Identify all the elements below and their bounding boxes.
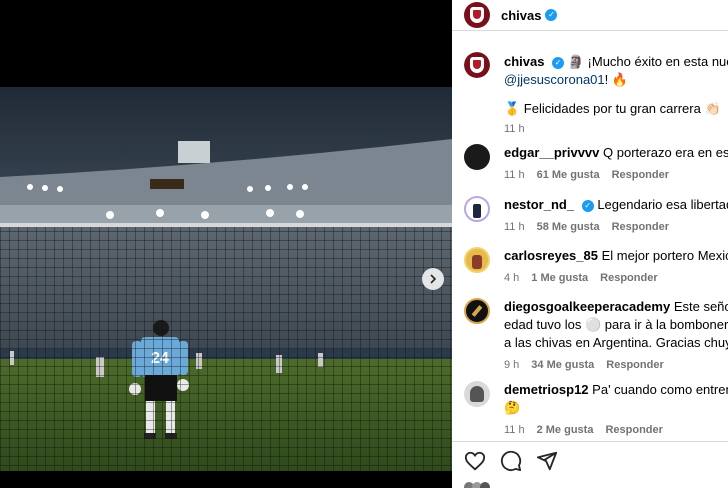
reply-button[interactable]: Responder	[600, 272, 657, 284]
comment-username[interactable]: demetriosp12	[504, 382, 589, 397]
comment-likes[interactable]: 34 Me gusta	[531, 359, 594, 371]
avatar[interactable]	[464, 247, 490, 273]
post-photo[interactable]: 24	[0, 87, 452, 471]
reply-button[interactable]: Responder	[605, 424, 662, 436]
comment-time: 11 h	[504, 424, 525, 436]
share-icon[interactable]	[536, 450, 558, 472]
verified-icon: ✓	[545, 9, 558, 21]
next-image-button[interactable]	[422, 268, 444, 290]
verified-icon: ✓	[552, 56, 565, 69]
avatar[interactable]	[464, 2, 490, 28]
comment-username[interactable]: carlosreyes_85	[504, 248, 598, 263]
mention-link[interactable]: @jjesuscorona01	[504, 72, 605, 87]
post-details-panel: chivas ✓ chivas ✓ 🗿 ¡Mucho éxito en esta…	[452, 0, 728, 488]
comment-time: 11 h	[504, 221, 525, 233]
comment-text-line3: a las chivas en Argentina. Gracias chuy …	[504, 335, 728, 350]
avatar[interactable]	[464, 144, 490, 170]
comment-likes[interactable]: 58 Me gusta	[537, 221, 600, 233]
comment-username[interactable]: edgar__privvvv	[504, 145, 599, 160]
comment-icon[interactable]	[500, 450, 522, 472]
comment-text: Q porterazo era en esas épocas	[603, 145, 728, 160]
stadium-image: 24	[0, 87, 452, 471]
verified-icon: ✓	[581, 199, 594, 212]
avatar[interactable]	[464, 52, 490, 78]
comment-text-line1: Este señor a los 18 años de	[673, 299, 728, 314]
caption-time: 11 h	[504, 123, 525, 135]
caption-text-suffix: ! 🔥	[604, 72, 629, 87]
post-header: chivas ✓	[452, 0, 728, 31]
post-username[interactable]: chivas	[501, 8, 541, 23]
comment-username[interactable]: diegosgoalkeeperacademy	[504, 299, 670, 314]
comment-time: 9 h	[504, 359, 520, 371]
comment-likes[interactable]: 1 Me gusta	[531, 272, 588, 284]
heart-icon[interactable]	[464, 450, 486, 472]
reply-button[interactable]: Responder	[606, 359, 663, 371]
comment-text: El mejor portero Mexicano.	[601, 248, 728, 263]
comment-likes[interactable]: 2 Me gusta	[537, 424, 594, 436]
comment-time: 4 h	[504, 272, 520, 284]
comment-likes[interactable]: 61 Me gusta	[537, 169, 600, 181]
comment-username[interactable]: nestor_nd_	[504, 197, 574, 212]
avatar[interactable]	[464, 298, 490, 324]
divider	[452, 441, 728, 442]
post-media: 24	[0, 0, 452, 488]
liker-avatars	[464, 482, 490, 488]
next-arrow-icon	[430, 274, 437, 284]
comment-text-line1: Pa' cuando como entrenador de	[592, 382, 728, 397]
avatar[interactable]	[464, 381, 490, 407]
comment-time: 11 h	[504, 169, 525, 181]
caption-text-line3: 🥇 Felicidades por tu gran carrera 👏🏻	[504, 101, 721, 116]
avatar[interactable]	[464, 196, 490, 222]
comment-text-line2: edad tuvo los ⚪ para ir à la bombonera y…	[504, 317, 728, 332]
action-bar	[464, 450, 558, 472]
reply-button[interactable]: Responder	[612, 169, 669, 181]
caption-username[interactable]: chivas	[504, 54, 544, 69]
reply-button[interactable]: Responder	[612, 221, 669, 233]
caption-text-line1: 🗿 ¡Mucho éxito en esta nueva etapa,	[567, 54, 728, 69]
comment-text-line2: 🤔	[504, 400, 521, 415]
comment-text: Legendario esa libertadores 🔥	[597, 197, 728, 212]
